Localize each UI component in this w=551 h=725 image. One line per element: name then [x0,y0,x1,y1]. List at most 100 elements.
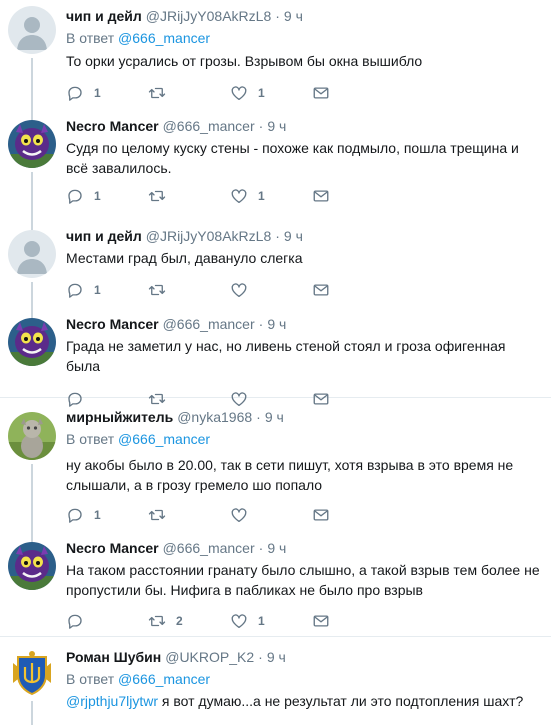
reply-count: 1 [94,283,101,297]
like-button[interactable]: 1 [230,187,312,205]
purple-creature-avatar-icon [8,318,56,366]
text-mention[interactable]: @rjpthju7ljytwr [66,693,158,709]
avatar-column [8,222,66,310]
avatar[interactable] [8,318,56,366]
dm-button[interactable] [312,187,394,205]
thread-line [31,464,33,538]
conversation-thread: чип и дейл @JRijJyY08AkRzL8 · 9 ч В отве… [0,0,551,725]
tweet[interactable]: Necro Mancer @666_mancer · 9 ч На таком … [0,538,551,636]
tweet[interactable]: Роман Шубин @UKROP_K2 · 9 ч В ответ @666… [0,637,551,725]
user-name[interactable]: чип и дейл [66,226,142,246]
thread-line [31,58,33,108]
reply-count: 1 [94,86,101,100]
avatar[interactable] [8,230,56,278]
retweet-button[interactable]: 2 [148,612,230,630]
reply-to-mention[interactable]: @666_mancer [118,671,210,687]
retweet-icon [148,615,166,627]
retweet-button[interactable] [148,506,230,524]
tweet-text: Судя по целому куску стены - похоже как … [66,140,519,176]
like-button[interactable]: 1 [230,84,312,102]
tweet[interactable]: чип и дейл @JRijJyY08AkRzL8 · 9 ч В отве… [0,0,551,108]
reply-context: В ответ @666_mancer [66,669,541,689]
tweet[interactable]: Necro Mancer @666_mancer · 9 ч Судя по ц… [0,108,551,222]
user-handle[interactable]: @nyka1968 [177,407,252,427]
reply-icon [68,189,82,204]
user-name[interactable]: Necro Mancer [66,314,159,334]
tweet-actions: 2 1 [66,611,541,631]
avatar-column [8,637,66,725]
heart-icon [231,86,247,101]
separator-dot: · [258,649,263,665]
like-button[interactable] [230,281,312,299]
reply-count: 1 [94,508,101,522]
tweet-text: ну акобы было в 20.00, так в сети пишут,… [66,457,514,493]
like-button[interactable] [230,506,312,524]
reply-button[interactable]: 1 [66,84,148,102]
reply-context: В ответ @666_mancer [66,429,541,449]
reply-button[interactable]: 1 [66,281,148,299]
user-handle[interactable]: @JRijJyY08AkRzL8 [146,226,271,246]
tweet-content: Necro Mancer @666_mancer · 9 ч Судя по ц… [66,108,541,222]
timestamp[interactable]: 9 ч [284,6,303,26]
avatar-column [8,398,66,538]
timestamp[interactable]: 9 ч [267,116,286,136]
timestamp[interactable]: 9 ч [267,314,286,334]
reply-button[interactable]: 1 [66,506,148,524]
thread-line [31,222,33,230]
like-count: 1 [258,86,265,100]
avatar[interactable] [8,120,56,168]
user-handle[interactable]: @666_mancer [163,538,255,558]
tweet[interactable]: чип и дейл @JRijJyY08AkRzL8 · 9 ч Местам… [0,222,551,310]
tweet-content: Necro Mancer @666_mancer · 9 ч На таком … [66,538,541,636]
thread-line [31,172,33,222]
timestamp[interactable]: 9 ч [267,647,286,667]
user-handle[interactable]: @666_mancer [163,116,255,136]
thread-line [31,282,33,310]
tweet-header: Necro Mancer @666_mancer · 9 ч [66,116,541,136]
avatar-column [8,538,66,636]
timestamp[interactable]: 9 ч [265,407,284,427]
reply-button[interactable]: 1 [66,187,148,205]
heart-icon [231,189,247,204]
separator-dot: · [258,316,264,332]
user-name[interactable]: Роман Шубин [66,647,161,667]
like-button[interactable]: 1 [230,612,312,630]
reply-to-mention[interactable]: @666_mancer [118,30,210,46]
tweet-text-body: я вот думаю...а не результат ли это подт… [158,693,524,709]
dm-button[interactable] [312,506,394,524]
timestamp[interactable]: 9 ч [267,538,286,558]
dm-button[interactable] [312,281,394,299]
default-avatar-icon [8,230,56,278]
retweet-button[interactable] [148,84,230,102]
user-handle[interactable]: @UKROP_K2 [165,647,254,667]
reply-to-mention[interactable]: @666_mancer [118,431,210,447]
avatar[interactable] [8,6,56,54]
default-avatar-icon [8,6,56,54]
user-name[interactable]: мирныйжитель [66,407,173,427]
avatar-column [8,108,66,222]
user-handle[interactable]: @JRijJyY08AkRzL8 [146,6,271,26]
retweet-button[interactable] [148,281,230,299]
heart-icon [231,508,247,523]
thread-line [31,701,33,725]
tweet-content: чип и дейл @JRijJyY08AkRzL8 · 9 ч Местам… [66,222,541,310]
avatar[interactable] [8,649,56,697]
user-name[interactable]: Necro Mancer [66,538,159,558]
avatar[interactable] [8,542,56,590]
retweet-button[interactable] [148,187,230,205]
like-count: 1 [258,189,265,203]
dm-button[interactable] [312,84,394,102]
reply-button[interactable] [66,612,148,630]
timestamp[interactable]: 9 ч [284,226,303,246]
separator-dot: · [258,118,264,134]
tweet-header: Necro Mancer @666_mancer · 9 ч [66,538,541,558]
user-handle[interactable]: @666_mancer [163,314,255,334]
tweet[interactable]: Necro Mancer @666_mancer · 9 ч Града не … [0,310,551,407]
tweet[interactable]: мирныйжитель @nyka1968 · 9 ч В ответ @66… [0,398,551,538]
dm-button[interactable] [312,612,394,630]
user-name[interactable]: чип и дейл [66,6,142,26]
tweet-header: мирныйжитель @nyka1968 · 9 ч [66,407,541,427]
avatar[interactable] [8,412,56,460]
tweet-actions: 1 [66,280,541,300]
user-name[interactable]: Necro Mancer [66,116,159,136]
